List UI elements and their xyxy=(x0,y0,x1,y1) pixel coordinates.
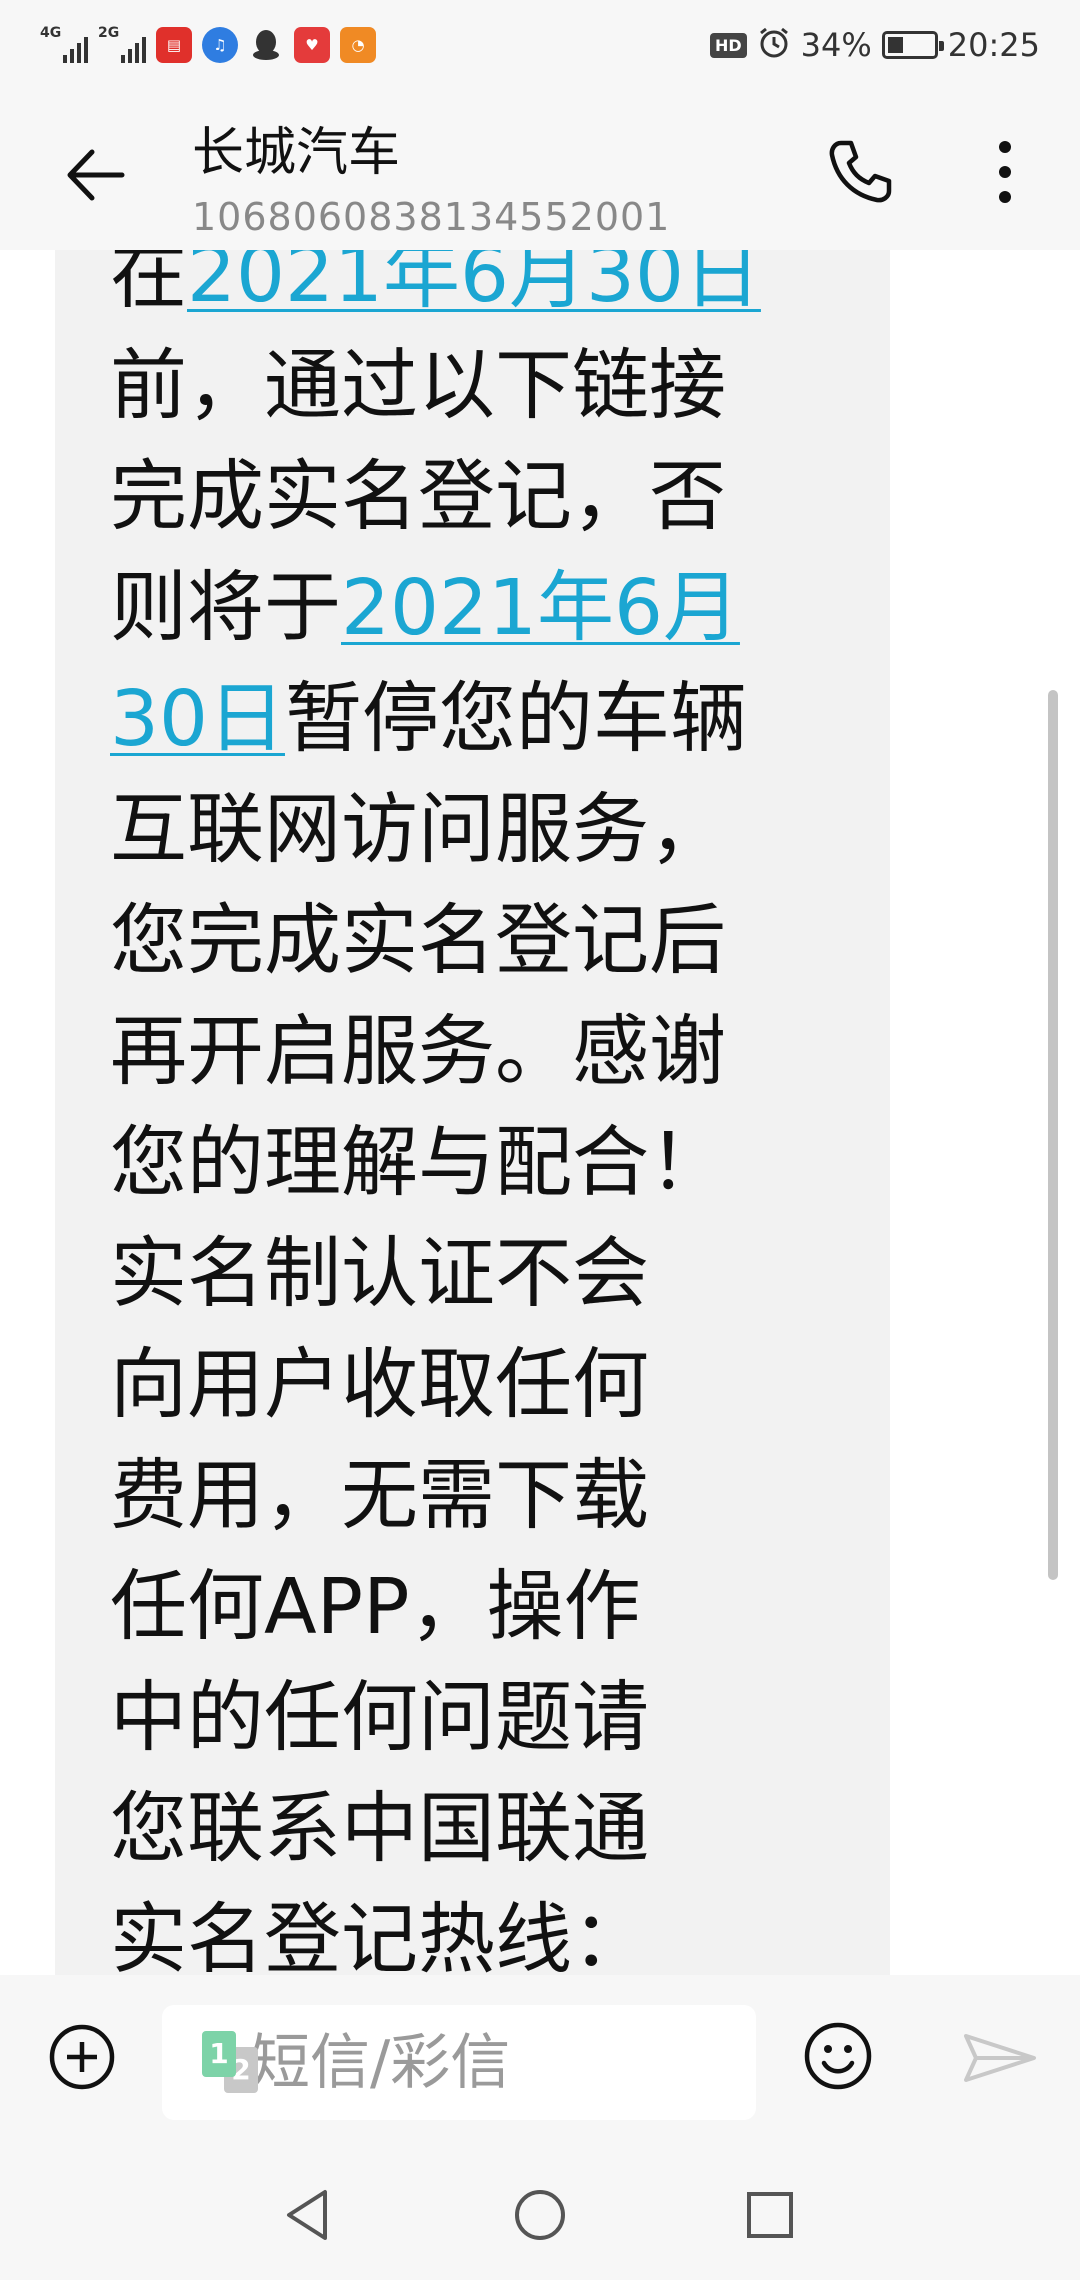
emoji-button[interactable] xyxy=(795,2013,881,2099)
signal-4g-icon: 4G xyxy=(40,25,88,63)
message-text-segment: 实名登记热线： xyxy=(110,1896,649,1975)
send-button[interactable] xyxy=(955,2015,1045,2101)
message-input[interactable] xyxy=(250,2027,997,2098)
message-text-segment: 前，通过以下链接 xyxy=(110,342,726,431)
message-line: 在2021年6月30日 xyxy=(110,250,800,331)
message-line: 中的任何问题请 xyxy=(110,1663,800,1774)
messaging-screen: 4G 2G ▤ ♫ ♥ ◔ HD 34% 20:25 长城汽车 10680608… xyxy=(0,0,1080,2280)
signal-2g-icon: 2G xyxy=(98,25,146,63)
status-bar: 4G 2G ▤ ♫ ♥ ◔ HD 34% 20:25 xyxy=(0,0,1080,90)
date-link[interactable]: 2021年6月 xyxy=(341,564,740,653)
system-nav-bar xyxy=(0,2145,1080,2280)
message-line: 任何APP，操作 xyxy=(110,1552,800,1663)
more-vertical-icon xyxy=(999,141,1011,203)
contact-number: 1068060838134552001 xyxy=(192,195,671,239)
scrollbar[interactable] xyxy=(1048,690,1058,1580)
emoji-icon xyxy=(804,2022,872,2090)
nav-back-button[interactable] xyxy=(268,2175,348,2255)
nav-recents-square-icon xyxy=(747,2192,793,2238)
taobao-icon: ◔ xyxy=(340,27,376,63)
phone-icon xyxy=(829,140,892,203)
heart-app-icon: ♥ xyxy=(294,27,330,63)
hd-badge: HD xyxy=(709,32,747,58)
composer-bar: 2 1 xyxy=(0,1975,1080,2145)
battery-percent: 34% xyxy=(800,26,872,64)
message-line: 向用户收取任何 xyxy=(110,1330,800,1441)
status-left: 4G 2G ▤ ♫ ♥ ◔ xyxy=(40,25,376,63)
add-circle-icon xyxy=(49,2024,115,2090)
nav-home-button[interactable] xyxy=(500,2175,580,2255)
message-text-segment: 互联网访问服务， xyxy=(110,786,726,875)
alarm-icon xyxy=(757,26,791,64)
date-link[interactable]: 30日 xyxy=(110,675,285,764)
message-text-segment: 完成实名登记，否 xyxy=(110,453,726,542)
date-link[interactable]: 2021年6月30日 xyxy=(187,250,761,320)
nav-recents-button[interactable] xyxy=(730,2175,810,2255)
message-line: 互联网访问服务， xyxy=(110,775,800,886)
message-bubble[interactable]: 在2021年6月30日 前，通过以下链接 完成实名登记，否 则将于2021年6月 30日… xyxy=(55,250,890,1975)
message-text-segment: 您的理解与配合！ xyxy=(110,1119,726,1208)
message-line: 实名登记热线： xyxy=(110,1885,800,1975)
message-line: 实名制认证不会 xyxy=(110,1219,800,1330)
message-text-segment: 则将于 xyxy=(110,564,341,653)
message-list[interactable]: 在2021年6月30日 前，通过以下链接 完成实名登记，否 则将于2021年6月 30日… xyxy=(0,250,1080,1975)
message-line: 费用，无需下载 xyxy=(110,1441,800,1552)
message-text-segment: 再开启服务。感谢 xyxy=(110,1008,726,1097)
message-line: 您完成实名登记后 xyxy=(110,886,800,997)
message-text-segment: 费用，无需下载 xyxy=(110,1452,649,1541)
message-text-segment: 在 xyxy=(110,250,187,320)
message-text-segment: 暂停您的车辆 xyxy=(284,675,747,764)
conversation-header: 长城汽车 1068060838134552001 xyxy=(0,90,1080,250)
message-line: 您联系中国联通 xyxy=(110,1774,800,1885)
more-options-button[interactable] xyxy=(965,132,1045,212)
message-text-segment: 实名制认证不会 xyxy=(110,1230,649,1319)
message-input-container[interactable]: 2 1 xyxy=(162,2005,997,2120)
message-text: 在2021年6月30日 前，通过以下链接 完成实名登记，否 则将于2021年6月 30日… xyxy=(110,250,800,1975)
toutiao-icon: ▤ xyxy=(156,27,192,63)
nav-back-triangle-icon xyxy=(287,2190,327,2240)
message-text-segment: 向用户收取任何 xyxy=(110,1341,649,1430)
message-line: 完成实名登记，否 xyxy=(110,442,800,553)
call-button[interactable] xyxy=(820,132,900,212)
nav-home-circle-icon xyxy=(515,2190,565,2240)
back-button[interactable] xyxy=(55,135,135,215)
status-right: HD 34% 20:25 xyxy=(709,26,1040,64)
message-text-segment: 您联系中国联通 xyxy=(110,1785,649,1874)
message-text-segment: 您完成实名登记后 xyxy=(110,897,726,986)
contact-name: 长城汽车 xyxy=(192,123,401,183)
message-line: 30日暂停您的车辆 xyxy=(110,664,800,775)
battery-icon xyxy=(881,31,944,59)
message-text-segment: 中的任何问题请 xyxy=(110,1674,649,1763)
qq-icon xyxy=(248,27,284,63)
add-attachment-button[interactable] xyxy=(40,2015,124,2099)
music-icon: ♫ xyxy=(202,27,238,63)
message-line: 您的理解与配合！ xyxy=(110,1108,800,1219)
message-line: 前，通过以下链接 xyxy=(110,331,800,442)
message-line: 则将于2021年6月 xyxy=(110,553,800,664)
message-text-segment: 任何APP，操作 xyxy=(110,1563,641,1652)
message-line: 再开启服务。感谢 xyxy=(110,997,800,1108)
send-icon xyxy=(964,2034,1036,2082)
back-arrow-icon xyxy=(67,149,125,201)
clock: 20:25 xyxy=(947,26,1040,64)
